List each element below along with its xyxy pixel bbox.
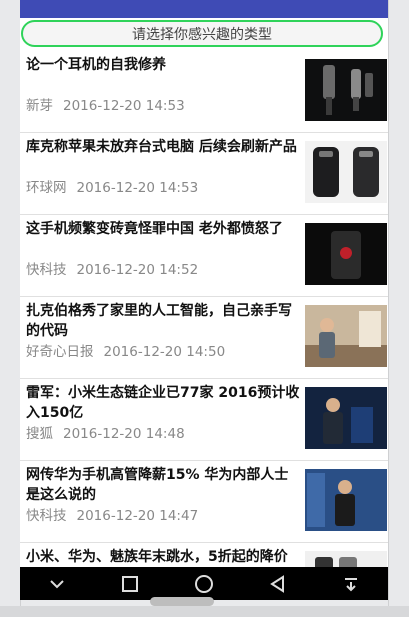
emulator-frame-left [0,0,21,617]
mac-pro-photo [305,141,387,203]
earphone-photo [305,59,387,121]
news-meta: 好奇心日报 2016-12-20 14:50 [26,340,225,360]
news-list: 论一个耳机的自我修养 新芽 2016-12-20 14:53 库克称苹果未放弃台式… [20,51,388,600]
emulator-frame-right [388,0,409,617]
news-title: 论一个耳机的自我修养 [26,57,166,73]
category-select-label: 请选择你感兴趣的类型 [132,26,272,43]
news-title: 扎克伯格秀了家里的人工智能，自己亲手写的代码 [26,303,292,339]
horizontal-scrollbar[interactable] [150,597,214,606]
chevron-down-icon[interactable] [42,572,72,596]
news-time: 2016-12-20 14:48 [63,426,185,442]
news-time: 2016-12-20 14:52 [76,262,199,278]
news-title: 网传华为手机高管降薪15% 华为内部人士是这么说的 [26,467,289,503]
news-source: 快科技 [26,508,67,524]
navigation-bar [20,567,388,600]
square-icon[interactable] [115,572,145,596]
news-title: 这手机频繁变砖竟怪罪中国 老外都愤怒了 [26,221,283,237]
news-meta: 快科技 2016-12-20 14:52 [26,258,198,278]
news-source: 搜狐 [26,426,53,442]
news-source: 好奇心日报 [26,344,94,360]
news-meta: 搜狐 2016-12-20 14:48 [26,422,185,442]
news-meta: 新芽 2016-12-20 14:53 [26,94,185,114]
news-title: 雷军：小米生态链企业已77家 2016预计收入150亿 [26,385,300,421]
news-item[interactable]: 扎克伯格秀了家里的人工智能，自己亲手写的代码 好奇心日报 2016-12-20 1… [20,297,388,379]
news-item[interactable]: 网传华为手机高管降薪15% 华为内部人士是这么说的 快科技 2016-12-20 … [20,461,388,543]
category-select-button[interactable]: 请选择你感兴趣的类型 [21,20,383,47]
news-item[interactable]: 论一个耳机的自我修养 新芽 2016-12-20 14:53 [20,51,388,133]
zuckerberg-photo [305,305,387,367]
menu-down-icon[interactable] [336,572,366,596]
news-source: 环球网 [26,180,67,196]
news-source: 新芽 [26,98,53,114]
news-item[interactable]: 库克称苹果未放弃台式电脑 后续会刷新产品 环球网 2016-12-20 14:53 [20,133,388,215]
news-meta: 环球网 2016-12-20 14:53 [26,176,198,196]
emulator-bottom-strip [0,606,409,617]
phone-photo [305,223,387,285]
news-title: 小米、华为、魅族年末跳水，5折起的降价 [26,549,288,565]
news-item[interactable]: 雷军：小米生态链企业已77家 2016预计收入150亿 搜狐 2016-12-20… [20,379,388,461]
news-time: 2016-12-20 14:47 [76,508,199,524]
speaker-photo [305,387,387,449]
news-time: 2016-12-20 14:50 [103,344,226,360]
circle-icon[interactable] [189,572,219,596]
huawei-photo [305,469,387,531]
news-source: 快科技 [26,262,67,278]
news-time: 2016-12-20 14:53 [63,98,185,114]
news-item[interactable]: 这手机频繁变砖竟怪罪中国 老外都愤怒了 快科技 2016-12-20 14:52 [20,215,388,297]
triangle-back-icon[interactable] [263,572,293,596]
news-meta: 快科技 2016-12-20 14:47 [26,504,198,524]
status-bar [20,0,388,18]
phone-screen: 请选择你感兴趣的类型 论一个耳机的自我修养 新芽 2016-12-20 14:53 [20,0,388,600]
news-title: 库克称苹果未放弃台式电脑 后续会刷新产品 [26,139,297,155]
news-time: 2016-12-20 14:53 [76,180,199,196]
